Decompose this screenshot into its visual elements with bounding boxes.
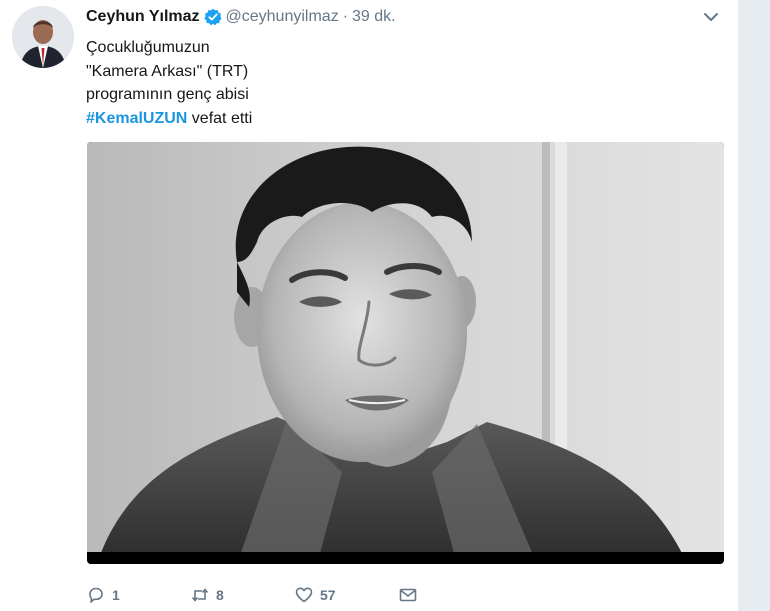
chevron-down-icon[interactable]	[702, 10, 720, 24]
tweet-actions: 1 8 57	[86, 582, 502, 608]
verified-badge-icon	[203, 8, 222, 26]
reply-count: 1	[112, 587, 120, 603]
retweet-button[interactable]: 8	[190, 585, 294, 605]
tweet-text-suffix: vefat etti	[187, 109, 253, 127]
tweet-header: Ceyhun Yılmaz @ceyhunyilmaz · 39 dk.	[86, 6, 396, 28]
page-gutter	[738, 0, 770, 611]
display-name[interactable]: Ceyhun Yılmaz	[86, 8, 200, 26]
tweet-text-line: "Kamera Arkası" (TRT)	[86, 62, 249, 80]
tweet[interactable]: Ceyhun Yılmaz @ceyhunyilmaz · 39 dk. Çoc…	[0, 0, 738, 611]
separator-dot: ·	[342, 8, 349, 25]
hashtag-link[interactable]: #KemalUZUN	[86, 110, 187, 127]
envelope-icon	[399, 588, 417, 602]
tweet-text-line: Çocukluğumuzun	[86, 39, 210, 56]
reply-button[interactable]: 1	[86, 585, 190, 605]
heart-icon	[295, 587, 313, 603]
tweet-text-line: programının genç abisi	[86, 86, 249, 103]
user-handle[interactable]: @ceyhunyilmaz	[226, 8, 339, 26]
tweet-text: Çocukluğumuzun "Kamera Arkası" (TRT) pro…	[86, 36, 252, 130]
like-button[interactable]: 57	[294, 585, 398, 605]
direct-message-button[interactable]	[398, 585, 502, 605]
tweet-text-line-hashtag: #KemalUZUN vefat etti	[86, 107, 252, 131]
retweet-count: 8	[216, 587, 224, 603]
timestamp[interactable]: 39 dk.	[352, 8, 396, 26]
reply-icon	[89, 587, 103, 603]
tweet-photo[interactable]	[87, 142, 724, 564]
like-count: 57	[320, 587, 336, 603]
retweet-icon	[191, 588, 209, 602]
avatar[interactable]	[12, 6, 74, 68]
